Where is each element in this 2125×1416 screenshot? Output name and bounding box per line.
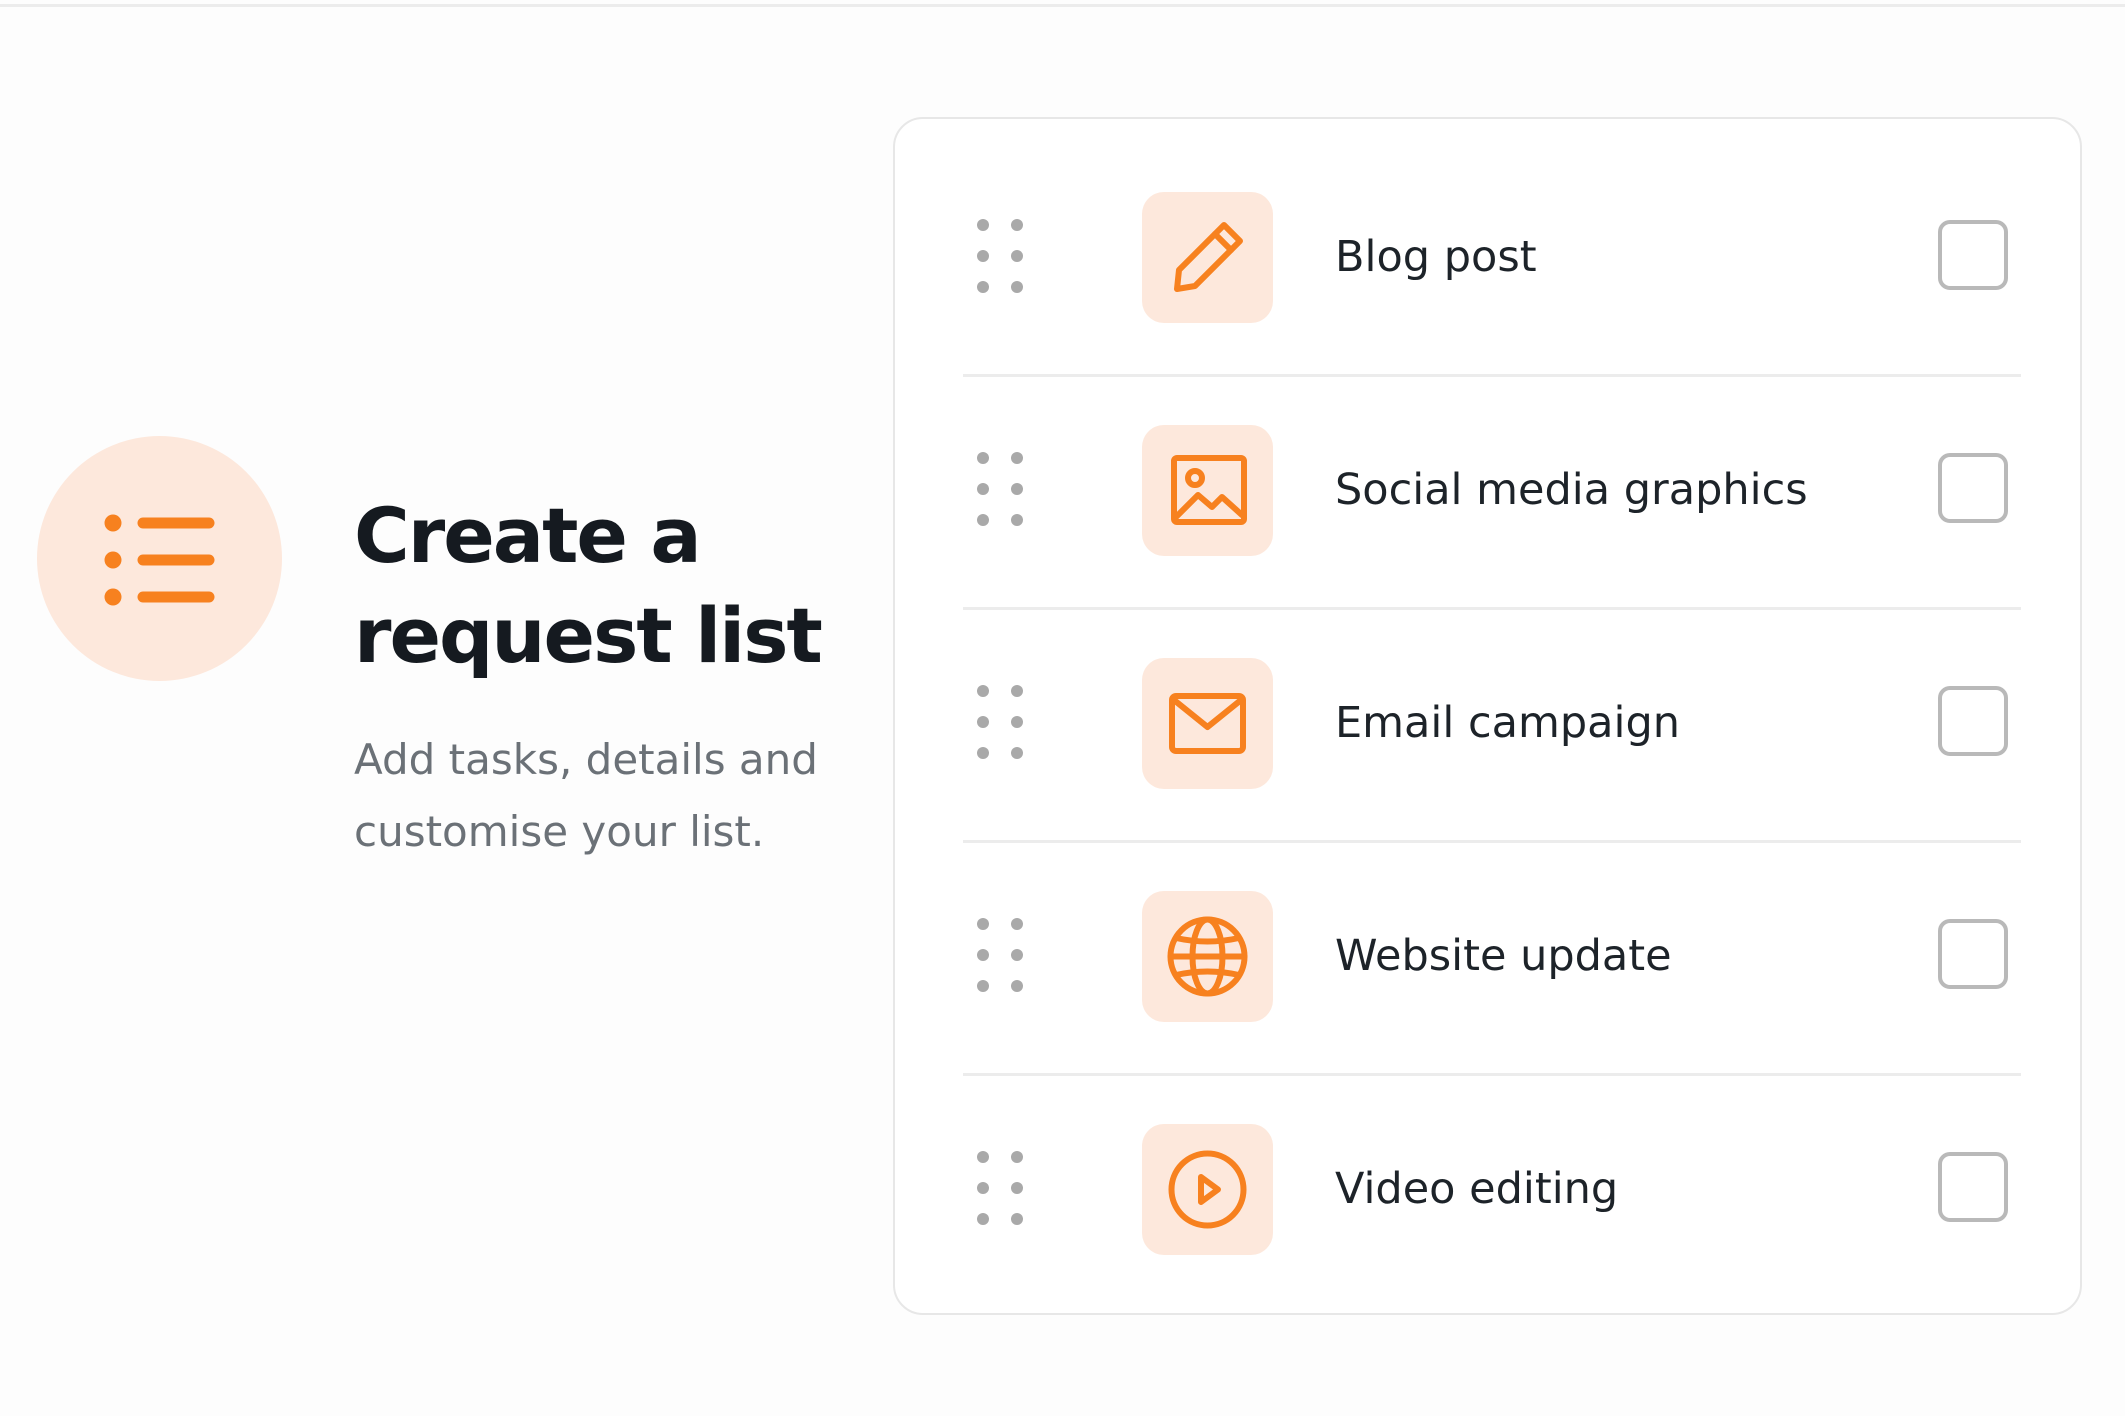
page-subtitle-line-1: Add tasks, details and: [354, 735, 818, 784]
list-item-checkbox[interactable]: [1938, 919, 2008, 989]
globe-icon: [1167, 916, 1248, 997]
globe-icon-tile: [1142, 891, 1273, 1022]
play-circle-icon-tile: [1142, 1124, 1273, 1255]
top-divider: [0, 4, 2125, 7]
list-item-blog-post: Blog post: [963, 141, 2021, 377]
hero-list-badge: [37, 436, 282, 681]
page-title-line-1: Create a: [354, 491, 702, 580]
pencil-icon-tile: [1142, 192, 1273, 323]
drag-handle-icon: [977, 219, 1023, 293]
list-item-checkbox[interactable]: [1938, 686, 2008, 756]
envelope-icon: [1169, 693, 1246, 754]
list-item-checkbox[interactable]: [1938, 453, 2008, 523]
drag-handle[interactable]: [963, 607, 1043, 840]
drag-handle-icon: [977, 1151, 1023, 1225]
drag-handle[interactable]: [963, 1073, 1043, 1306]
image-icon: [1171, 455, 1247, 525]
list-item-checkbox[interactable]: [1938, 1152, 2008, 1222]
drag-handle-icon: [977, 685, 1023, 759]
request-list-card: Blog post Social media graphics Email ca…: [893, 117, 2082, 1315]
drag-handle-icon: [977, 452, 1023, 526]
list-item-label: Email campaign: [1335, 698, 1680, 748]
list-item-website-update: Website update: [963, 840, 2021, 1076]
list-item-video-editing: Video editing: [963, 1073, 2021, 1306]
page-title-line-2: request list: [354, 591, 823, 680]
list-item-checkbox[interactable]: [1938, 220, 2008, 290]
drag-handle[interactable]: [963, 840, 1043, 1073]
page-title: Create a request list: [354, 486, 823, 686]
list-item-label: Social media graphics: [1335, 465, 1808, 515]
drag-handle[interactable]: [963, 374, 1043, 607]
envelope-icon-tile: [1142, 658, 1273, 789]
list-item-label: Video editing: [1335, 1164, 1619, 1214]
image-icon-tile: [1142, 425, 1273, 556]
drag-handle[interactable]: [963, 141, 1043, 374]
list-item-social-media-graphics: Social media graphics: [963, 374, 2021, 610]
page-subtitle-line-2: customise your list.: [354, 807, 765, 856]
list-item-label: Website update: [1335, 931, 1672, 981]
play-circle-icon: [1168, 1150, 1247, 1229]
list-item-email-campaign: Email campaign: [963, 607, 2021, 843]
list-icon: [104, 514, 215, 606]
drag-handle-icon: [977, 918, 1023, 992]
list-item-label: Blog post: [1335, 232, 1537, 282]
pencil-icon: [1174, 222, 1243, 292]
page-subtitle: Add tasks, details and customise your li…: [354, 724, 854, 868]
